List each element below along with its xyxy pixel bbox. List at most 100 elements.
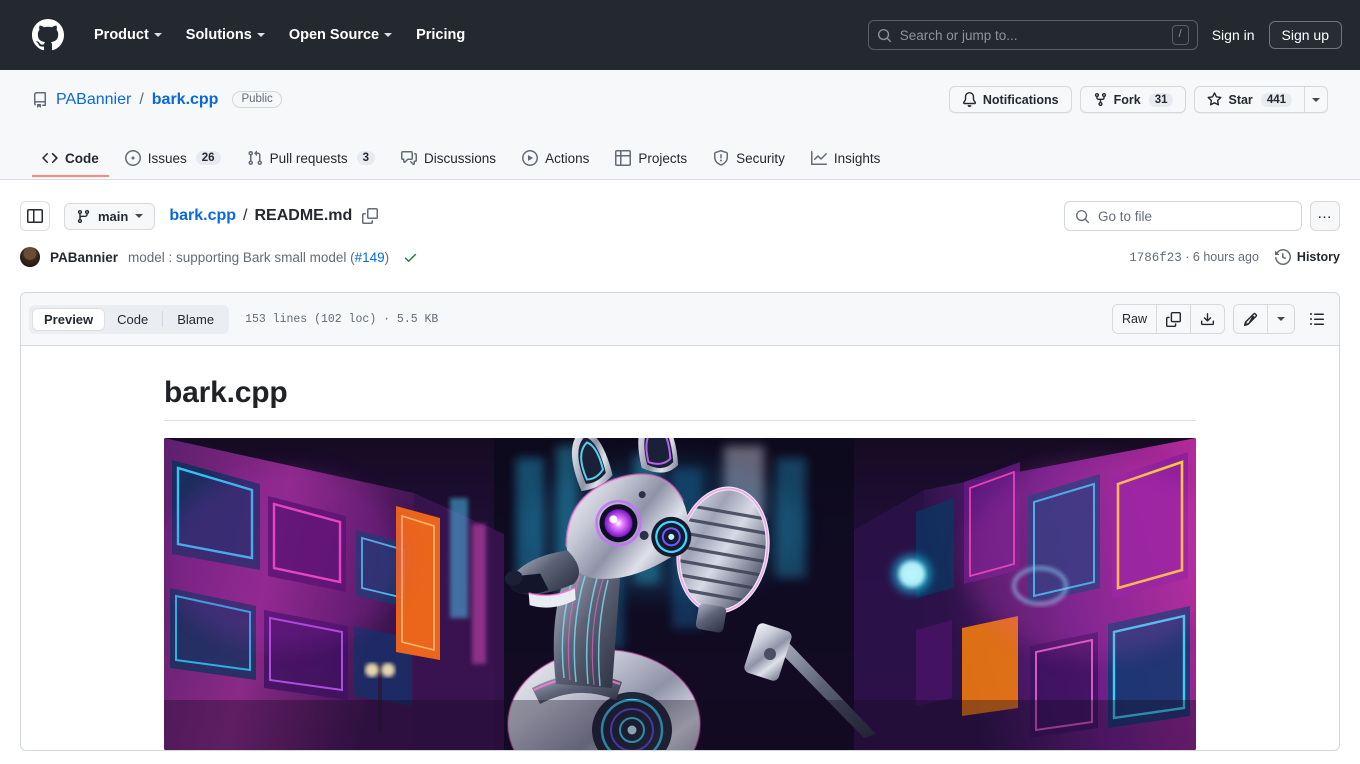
fork-label: Fork	[1113, 92, 1141, 107]
nav-item-pricing[interactable]: Pricing	[404, 19, 477, 51]
tab-label: Pull requests	[269, 150, 348, 166]
commit-sha[interactable]: 1786f23	[1129, 251, 1182, 265]
search-input[interactable]: Search or jump to... /	[867, 20, 1198, 50]
chevron-down-icon	[256, 33, 265, 37]
tab-projects[interactable]: Projects	[605, 143, 697, 177]
copy-content-button[interactable]	[1156, 305, 1190, 333]
tab-insights[interactable]: Insights	[801, 143, 891, 177]
tab-count: 3	[356, 151, 376, 165]
more-options-button[interactable]: …	[1310, 201, 1340, 231]
fork-button[interactable]: Fork 31	[1079, 86, 1187, 113]
raw-button[interactable]: Raw	[1112, 305, 1156, 333]
tab-discussions[interactable]: Discussions	[391, 143, 506, 177]
file-view-tabs: Preview Code Blame	[29, 304, 230, 334]
nav-item-label: Open Source	[288, 27, 380, 43]
sign-in-link[interactable]: Sign in	[1212, 27, 1255, 43]
header-right-group: Search or jump to... / Sign in Sign up	[867, 20, 1344, 50]
notifications-button[interactable]: Notifications	[948, 86, 1072, 113]
tab-blame[interactable]: Blame	[165, 308, 226, 331]
tab-preview[interactable]: Preview	[32, 307, 106, 331]
tab-label: Issues	[147, 150, 187, 166]
tab-label: Code	[65, 150, 99, 166]
history-button[interactable]: History	[1274, 249, 1340, 265]
raw-copy-download-group: Raw	[1111, 304, 1225, 334]
breadcrumb-repo-link[interactable]: bark.cpp	[169, 207, 236, 225]
sign-up-button[interactable]: Sign up	[1268, 21, 1342, 49]
git-branch-icon	[76, 209, 91, 224]
breadcrumb: bark.cpp / README.md	[169, 207, 379, 225]
repo-icon	[32, 91, 48, 108]
edit-button[interactable]	[1234, 305, 1267, 333]
commit-meta-group: 1786f23 · 6 hours ago History	[1129, 249, 1340, 265]
tab-actions[interactable]: Actions	[512, 143, 599, 177]
go-to-file-placeholder: Go to file	[1098, 208, 1153, 224]
latest-commit-row: PABannier model : supporting Bark small …	[0, 236, 1360, 278]
outline-button[interactable]	[1303, 305, 1331, 333]
tab-pull-requests[interactable]: Pull requests 3	[237, 143, 385, 177]
fork-icon	[1093, 92, 1108, 107]
nav-item-open-source[interactable]: Open Source	[277, 19, 404, 51]
history-label: History	[1296, 250, 1340, 264]
notifications-label: Notifications	[982, 92, 1059, 107]
commit-message-suffix: )	[384, 249, 390, 265]
avatar[interactable]	[20, 247, 40, 267]
readme-banner-image	[164, 438, 1196, 750]
file-content-panel: Preview Code Blame 153 lines (102 loc) ·…	[20, 292, 1340, 751]
star-dropdown-button[interactable]	[1304, 86, 1328, 113]
repository-title-row: PABannier / bark.cpp Public Notification…	[32, 86, 1328, 113]
download-button[interactable]	[1190, 305, 1224, 333]
copy-icon	[1166, 311, 1181, 327]
commit-meta-dot: ·	[1185, 249, 1190, 264]
tab-count: 26	[195, 151, 221, 165]
tab-code[interactable]: Code	[105, 308, 160, 331]
pencil-icon	[1243, 312, 1258, 327]
sidebar-expand-icon[interactable]	[20, 201, 50, 231]
search-icon	[1075, 209, 1090, 224]
breadcrumb-file-name: README.md	[254, 207, 353, 224]
star-button-group: Star 441	[1194, 86, 1328, 113]
copy-path-icon[interactable]	[362, 208, 379, 224]
search-icon	[877, 28, 892, 43]
star-button[interactable]: Star 441	[1194, 86, 1304, 113]
commit-time: 6 hours ago	[1192, 249, 1259, 264]
comment-discussion-icon	[401, 150, 418, 166]
edit-button-group	[1233, 304, 1295, 334]
chevron-down-icon	[384, 33, 393, 37]
star-icon	[1207, 92, 1222, 107]
repository-actions: Notifications Fork 31 Star 441	[948, 86, 1328, 113]
repo-separator: /	[139, 90, 144, 108]
go-to-file-input[interactable]: Go to file	[1064, 201, 1302, 231]
nav-item-label: Product	[94, 27, 149, 43]
repo-owner-link[interactable]: PABannier	[56, 91, 131, 109]
branch-selector-button[interactable]: main	[64, 202, 156, 230]
repository-header: PABannier / bark.cpp Public Notification…	[0, 70, 1360, 180]
star-label: Star	[1228, 92, 1253, 107]
play-icon	[522, 150, 539, 166]
tab-issues[interactable]: Issues 26	[115, 143, 231, 177]
github-mark-icon[interactable]	[32, 19, 64, 51]
commit-pr-link[interactable]: #149	[355, 250, 385, 265]
file-toolbar: Preview Code Blame 153 lines (102 loc) ·…	[21, 293, 1339, 346]
nav-item-product[interactable]: Product	[82, 19, 174, 51]
chevron-down-icon	[1277, 317, 1285, 321]
list-unordered-icon	[1309, 311, 1325, 327]
edit-dropdown-button[interactable]	[1267, 305, 1294, 333]
commit-author-link[interactable]: PABannier	[50, 250, 118, 265]
nav-item-label: Solutions	[185, 27, 252, 43]
check-icon[interactable]	[403, 250, 418, 265]
star-count: 441	[1260, 92, 1292, 107]
visibility-badge: Public	[232, 91, 282, 108]
global-header: Product Solutions Open Source Pricing Se…	[0, 0, 1360, 70]
tab-security[interactable]: Security	[703, 143, 795, 177]
file-navigation: main bark.cpp / README.md Go to file …	[0, 180, 1360, 236]
commit-meta: 1786f23 · 6 hours ago	[1129, 250, 1259, 265]
repo-name-link[interactable]: bark.cpp	[152, 91, 219, 109]
search-placeholder: Search or jump to...	[899, 27, 1018, 43]
shield-icon	[713, 150, 729, 166]
table-icon	[615, 150, 632, 166]
tab-code[interactable]: Code	[32, 143, 109, 177]
tab-label: Discussions	[424, 150, 497, 166]
search-shortcut-badge: /	[1171, 25, 1189, 45]
commit-message[interactable]: model : supporting Bark small model (#14…	[128, 250, 389, 265]
nav-item-solutions[interactable]: Solutions	[174, 19, 277, 51]
